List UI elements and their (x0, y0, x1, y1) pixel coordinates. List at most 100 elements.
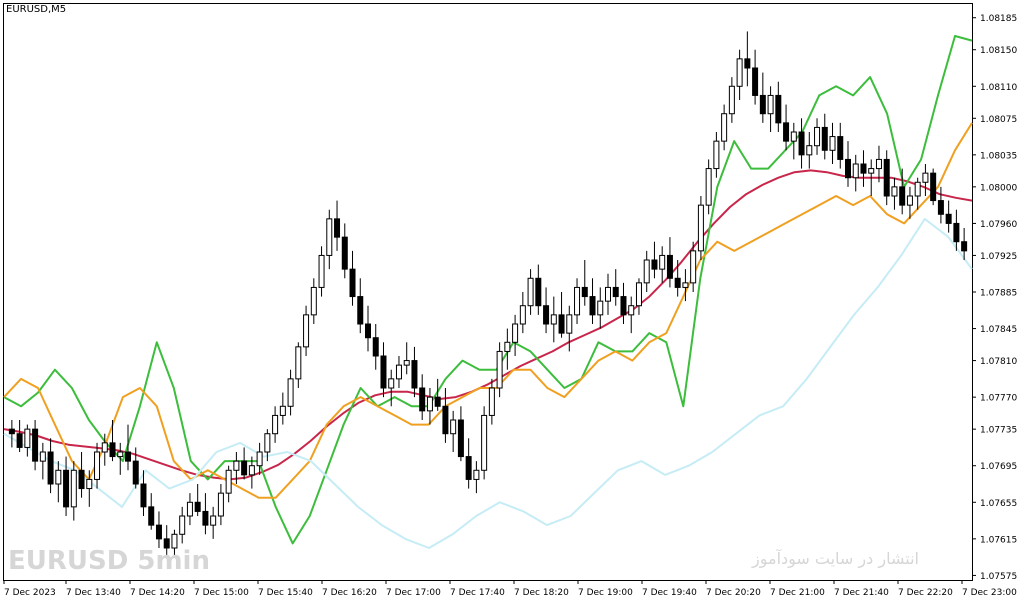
bear-candle (155, 524, 162, 540)
bear-candle (434, 396, 441, 407)
chart-area: 1.08185 1.08150 1.08110 1.08075 1.08035 1.080… (0, 0, 1019, 605)
x-tick-label: 7 Dec 14:20 (130, 588, 185, 598)
watermark-right: انتشار در سایت سودآموز (752, 549, 919, 568)
bear-candle (759, 94, 766, 115)
y-tick-label: 1.07960 (980, 220, 1017, 230)
bear-candle (953, 222, 960, 243)
x-tick-label: 7 Dec 19:00 (578, 588, 633, 598)
bull-candle (55, 469, 62, 485)
bull-candle (117, 451, 124, 458)
bull-candle (24, 428, 31, 448)
y-tick-label: 1.08035 (980, 151, 1017, 161)
bull-candle (450, 419, 457, 435)
bull-candle (496, 350, 503, 389)
bull-candle (829, 136, 836, 151)
bull-candle (186, 501, 193, 517)
bear-candle (16, 433, 23, 448)
bear-candle (132, 460, 139, 485)
bull-candle (403, 360, 410, 366)
x-tick-label: 7 Dec 17:40 (450, 588, 505, 598)
y-tick-label: 1.07810 (980, 357, 1017, 367)
bull-candle (233, 460, 240, 471)
bear-candle (937, 200, 944, 215)
x-tick-label: 7 Dec 15:40 (258, 588, 313, 598)
bull-candle (179, 515, 186, 535)
y-tick-label: 1.07615 (980, 535, 1017, 545)
bull-candle (767, 94, 774, 115)
y-tick-label: 1.07695 (980, 462, 1017, 472)
bear-candle (457, 419, 464, 458)
bull-candle (210, 515, 217, 526)
x-tick-label: 7 Dec 16:20 (322, 588, 377, 598)
bear-candle (543, 305, 550, 325)
x-tick-label: 7 Dec 2023 (4, 588, 56, 598)
bull-candle (814, 126, 821, 147)
y-tick-label: 1.07885 (980, 289, 1017, 299)
y-tick-label: 1.07575 (980, 572, 1017, 582)
bear-candle (945, 213, 952, 224)
bull-candle (225, 469, 232, 494)
bull-candle (891, 186, 898, 197)
bull-candle (39, 451, 46, 462)
bull-candle (512, 323, 519, 343)
bear-candle (419, 387, 426, 412)
bear-candle (845, 158, 851, 179)
bear-candle (775, 94, 782, 124)
y-tick-label: 1.08075 (980, 115, 1017, 125)
bear-candle (411, 360, 418, 389)
bear-candle (589, 296, 596, 316)
bull-candle (272, 414, 279, 435)
x-tick-label: 7 Dec 19:40 (642, 588, 697, 598)
bear-candle (349, 268, 356, 298)
bull-candle (94, 451, 101, 480)
bull-candle (574, 286, 581, 316)
y-tick-label: 1.07655 (980, 499, 1017, 509)
bear-candle (837, 136, 844, 160)
bear-candle (883, 158, 890, 197)
bear-candle (140, 483, 147, 508)
bull-candle (426, 396, 433, 412)
y-tick-label: 1.07845 (980, 325, 1017, 335)
bear-candle (148, 506, 155, 526)
bull-candle (481, 414, 488, 471)
bull-candle (264, 433, 271, 453)
bear-candle (380, 355, 387, 389)
bull-candle (318, 254, 325, 288)
x-tick-label: 7 Dec 23:00 (962, 588, 1017, 598)
bear-candle (372, 337, 379, 357)
symbol-label: EURUSD,M5 (6, 4, 67, 15)
bull-candle (705, 168, 712, 206)
bull-candle (86, 478, 93, 490)
y-tick-label: 1.08150 (980, 46, 1017, 56)
bull-candle (728, 85, 735, 115)
bull-candle (713, 140, 720, 170)
bear-candle (465, 456, 472, 480)
bull-candle (635, 282, 642, 307)
y-tick-label: 1.08000 (980, 183, 1017, 193)
bull-candle (527, 277, 534, 307)
bull-candle (721, 113, 728, 142)
bear-candle (341, 236, 348, 270)
bear-candle (558, 314, 565, 334)
bear-candle (47, 451, 54, 485)
bear-candle (32, 428, 39, 462)
bull-candle (682, 282, 689, 288)
x-tick-label: 7 Dec 21:40 (834, 588, 889, 598)
bull-candle (248, 465, 255, 476)
bear-candle (581, 286, 588, 298)
x-tick-label: 7 Dec 22:20 (898, 588, 953, 598)
bear-candle (899, 186, 906, 206)
bull-candle (922, 172, 929, 183)
bull-candle (868, 168, 875, 174)
bull-candle (256, 451, 263, 467)
bull-candle (790, 131, 797, 142)
bear-candle (63, 469, 70, 508)
bull-candle (326, 218, 333, 256)
bull-candle (697, 204, 704, 252)
y-tick-label: 1.08185 (980, 14, 1017, 24)
bull-candle (628, 305, 635, 316)
bear-candle (674, 277, 681, 288)
bull-candle (310, 286, 317, 316)
bull-candle (550, 314, 557, 325)
bear-candle (202, 510, 209, 526)
